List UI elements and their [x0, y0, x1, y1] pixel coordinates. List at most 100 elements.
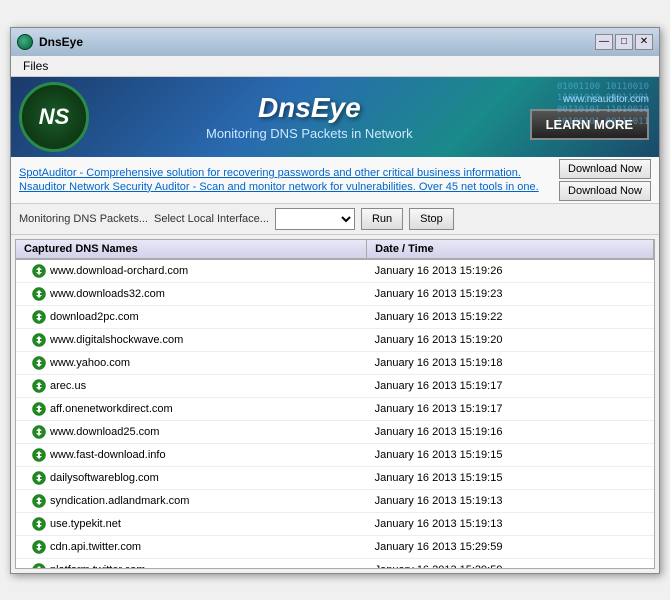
dns-name-cell: syndication.adlandmark.com [16, 489, 367, 512]
minimize-button[interactable]: — [595, 34, 613, 50]
dns-name-cell: www.yahoo.com [16, 351, 367, 374]
dns-cell-content: www.fast-download.info [24, 446, 359, 464]
toolbar-label-2: Select Local Interface... [154, 213, 269, 225]
menu-bar: Files [11, 56, 659, 77]
run-button[interactable]: Run [361, 208, 403, 230]
dns-icon [32, 494, 46, 508]
dns-date-cell: January 16 2013 15:19:17 [367, 397, 654, 420]
dns-cell-content: www.download25.com [24, 423, 359, 441]
dns-name-cell: use.typekit.net [16, 512, 367, 535]
dns-date-cell: January 16 2013 15:19:15 [367, 443, 654, 466]
dns-date-cell: January 16 2013 15:29:59 [367, 558, 654, 569]
dns-date-cell: January 16 2013 15:19:23 [367, 282, 654, 305]
dns-date-cell: January 16 2013 15:19:16 [367, 420, 654, 443]
dns-date-cell: January 16 2013 15:19:17 [367, 374, 654, 397]
dns-name-text: www.download25.com [50, 426, 159, 438]
dns-name-text: platform.twitter.com [50, 564, 145, 569]
dns-date-cell: January 16 2013 15:19:15 [367, 466, 654, 489]
dns-icon [32, 333, 46, 347]
dns-name-text: www.downloads32.com [50, 288, 165, 300]
table-row: www.digitalshockwave.comJanuary 16 2013 … [16, 328, 654, 351]
dns-icon [32, 517, 46, 531]
dns-icon [32, 425, 46, 439]
dns-cell-content: www.yahoo.com [24, 354, 359, 372]
dns-name-cell: arec.us [16, 374, 367, 397]
table-row: arec.us January 16 2013 15:19:17 [16, 374, 654, 397]
table-row: use.typekit.net January 16 2013 15:19:13 [16, 512, 654, 535]
download-btn-2[interactable]: Download Now [559, 181, 651, 201]
dns-date-cell: January 16 2013 15:19:26 [367, 259, 654, 283]
dns-cell-content: platform.twitter.com [24, 561, 359, 569]
dns-icon [32, 310, 46, 324]
logo-text: NS [39, 104, 70, 130]
banner-title: DnsEye [258, 92, 361, 124]
ad-links: SpotAuditor - Comprehensive solution for… [19, 167, 555, 193]
dns-cell-content: syndication.adlandmark.com [24, 492, 359, 510]
table-row: www.download-orchard.com January 16 2013 … [16, 259, 654, 283]
banner-logo: NS [19, 82, 89, 152]
dns-icon [32, 563, 46, 569]
ad-link-1[interactable]: SpotAuditor - Comprehensive solution for… [19, 167, 555, 179]
dns-icon [32, 471, 46, 485]
table-header-row: Captured DNS Names Date / Time [16, 240, 654, 259]
dns-icon [32, 540, 46, 554]
dns-icon [32, 402, 46, 416]
table-row: www.yahoo.com January 16 2013 15:19:18 [16, 351, 654, 374]
dns-name-text: www.download-orchard.com [50, 265, 188, 277]
table-row: dailysoftwareblog.com January 16 2013 15:… [16, 466, 654, 489]
banner-subtitle: Monitoring DNS Packets in Network [206, 126, 413, 141]
table-row: www.fast-download.info January 16 2013 15… [16, 443, 654, 466]
table-row: www.download25.com January 16 2013 15:19:… [16, 420, 654, 443]
dns-icon [32, 264, 46, 278]
dns-cell-content: aff.onenetworkdirect.com [24, 400, 359, 418]
dns-icon [32, 287, 46, 301]
col-header-date: Date / Time [367, 240, 654, 259]
table-row: aff.onenetworkdirect.com January 16 2013 … [16, 397, 654, 420]
table-row: www.downloads32.com January 16 2013 15:19… [16, 282, 654, 305]
ad-download-buttons: Download Now Download Now [559, 159, 651, 201]
dns-date-cell: January 16 2013 15:19:13 [367, 512, 654, 535]
dns-name-cell: www.download-orchard.com [16, 259, 367, 283]
dns-date-cell: January 16 2013 15:29:59 [367, 535, 654, 558]
dns-icon [32, 379, 46, 393]
app-icon [17, 34, 33, 50]
dns-name-text: cdn.api.twitter.com [50, 541, 141, 553]
dns-name-text: use.typekit.net [50, 518, 121, 530]
dns-icon [32, 448, 46, 462]
download-btn-1[interactable]: Download Now [559, 159, 651, 179]
ad-link-2[interactable]: Nsauditor Network Security Auditor - Sca… [19, 181, 555, 193]
dns-name-cell: www.fast-download.info [16, 443, 367, 466]
dns-name-text: arec.us [50, 380, 86, 392]
dns-date-cell: January 16 2013 15:19:22 [367, 305, 654, 328]
dns-name-cell: www.download25.com [16, 420, 367, 443]
dns-table-container: Captured DNS Names Date / Time www.downl… [15, 239, 655, 569]
banner: 01001100 1011001011001010 01011001001101… [11, 77, 659, 157]
close-button[interactable]: ✕ [635, 34, 653, 50]
window-title: DnsEye [39, 35, 83, 49]
stop-button[interactable]: Stop [409, 208, 454, 230]
title-bar-left: DnsEye [17, 34, 83, 50]
dns-cell-content: download2pc.com [24, 308, 359, 326]
dns-cell-content: www.digitalshockwave.com [24, 331, 359, 349]
menu-files[interactable]: Files [19, 57, 52, 75]
interface-select[interactable] [275, 208, 355, 230]
dns-name-cell: cdn.api.twitter.com [16, 535, 367, 558]
dns-name-cell: download2pc.com [16, 305, 367, 328]
maximize-button[interactable]: □ [615, 34, 633, 50]
dns-date-cell: January 16 2013 15:19:18 [367, 351, 654, 374]
dns-cell-content: arec.us [24, 377, 359, 395]
dns-cell-content: www.download-orchard.com [24, 262, 359, 280]
dns-name-text: download2pc.com [50, 311, 139, 323]
title-bar: DnsEye — □ ✕ [11, 28, 659, 56]
dns-name-cell: dailysoftwareblog.com [16, 466, 367, 489]
dns-name-text: dailysoftwareblog.com [50, 472, 159, 484]
toolbar-label-1: Monitoring DNS Packets... [19, 213, 148, 225]
dns-cell-content: use.typekit.net [24, 515, 359, 533]
dns-name-text: aff.onenetworkdirect.com [50, 403, 173, 415]
dns-table: Captured DNS Names Date / Time www.downl… [16, 240, 654, 569]
col-header-name: Captured DNS Names [16, 240, 367, 259]
dns-name-cell: aff.onenetworkdirect.com [16, 397, 367, 420]
banner-center: DnsEye Monitoring DNS Packets in Network [89, 92, 530, 141]
dns-table-body: www.download-orchard.com January 16 2013 … [16, 259, 654, 569]
banner-bg-decoration: 01001100 1011001011001010 01011001001101… [557, 82, 649, 129]
